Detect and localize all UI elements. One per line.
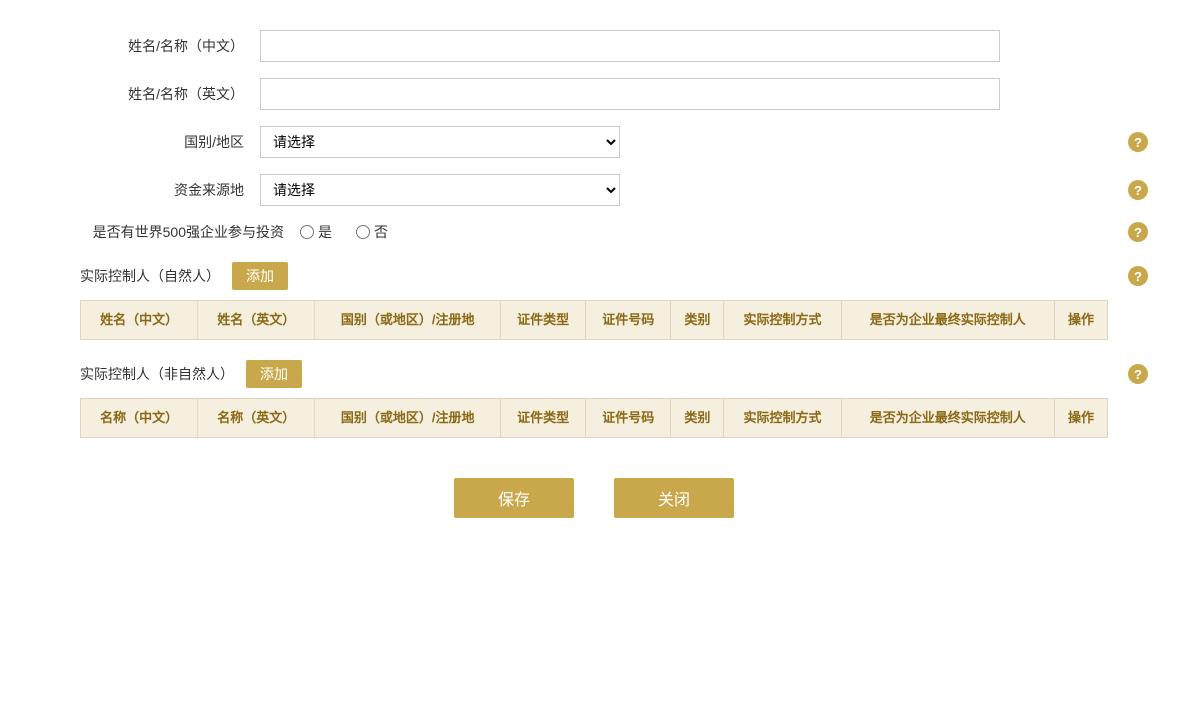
natural-person-title: 实际控制人（自然人） bbox=[80, 266, 220, 286]
np-col-name-cn: 姓名（中文） bbox=[81, 301, 198, 340]
fortune500-yes-item[interactable]: 是 bbox=[300, 222, 332, 242]
nnp-col-control-method: 实际控制方式 bbox=[724, 399, 841, 438]
form-section: 姓名/名称（中文） 姓名/名称（英文） 国别/地区 请选择 ? 资金来源地 请选… bbox=[80, 30, 1108, 242]
fortune500-no-label: 否 bbox=[374, 222, 388, 242]
np-col-cert-type: 证件类型 bbox=[501, 301, 586, 340]
nnp-col-cert-no: 证件号码 bbox=[586, 399, 671, 438]
button-row: 保存 关闭 bbox=[80, 478, 1108, 518]
name-cn-label: 姓名/名称（中文） bbox=[80, 36, 260, 56]
np-col-is-final: 是否为企业最终实际控制人 bbox=[841, 301, 1054, 340]
nnp-col-name-en: 名称（英文） bbox=[198, 399, 315, 438]
natural-person-add-button[interactable]: 添加 bbox=[232, 262, 288, 290]
country-select[interactable]: 请选择 bbox=[260, 126, 620, 158]
np-col-control-method: 实际控制方式 bbox=[724, 301, 841, 340]
non-natural-person-help-icon[interactable]: ? bbox=[1128, 364, 1148, 384]
fortune500-no-item[interactable]: 否 bbox=[356, 222, 388, 242]
natural-person-table-header-row: 姓名（中文） 姓名（英文） 国别（或地区）/注册地 证件类型 证件号码 类别 实… bbox=[81, 301, 1108, 340]
fund-source-row: 资金来源地 请选择 ? bbox=[80, 174, 1108, 206]
non-natural-person-table-header-row: 名称（中文） 名称（英文） 国别（或地区）/注册地 证件类型 证件号码 类别 实… bbox=[81, 399, 1108, 438]
np-col-cert-no: 证件号码 bbox=[586, 301, 671, 340]
name-cn-row: 姓名/名称（中文） bbox=[80, 30, 1108, 62]
nnp-col-cert-type: 证件类型 bbox=[501, 399, 586, 438]
nnp-col-operation: 操作 bbox=[1054, 399, 1107, 438]
fortune500-help-icon[interactable]: ? bbox=[1128, 222, 1148, 242]
non-natural-person-section: 实际控制人（非自然人） 添加 ? 名称（中文） 名称（英文） 国别（或地区）/注… bbox=[80, 360, 1108, 438]
nnp-col-country: 国别（或地区）/注册地 bbox=[315, 399, 501, 438]
natural-person-help-icon[interactable]: ? bbox=[1128, 266, 1148, 286]
name-cn-input[interactable] bbox=[260, 30, 1000, 62]
fortune500-label: 是否有世界500强企业参与投资 bbox=[80, 222, 300, 242]
non-natural-person-title: 实际控制人（非自然人） bbox=[80, 364, 234, 384]
nnp-col-category: 类别 bbox=[671, 399, 724, 438]
non-natural-person-add-button[interactable]: 添加 bbox=[246, 360, 302, 388]
country-help-icon[interactable]: ? bbox=[1128, 132, 1148, 152]
nnp-col-name-cn: 名称（中文） bbox=[81, 399, 198, 438]
fortune500-row: 是否有世界500强企业参与投资 是 否 ? bbox=[80, 222, 1108, 242]
np-col-name-en: 姓名（英文） bbox=[198, 301, 315, 340]
natural-person-table: 姓名（中文） 姓名（英文） 国别（或地区）/注册地 证件类型 证件号码 类别 实… bbox=[80, 300, 1108, 340]
np-col-category: 类别 bbox=[671, 301, 724, 340]
fund-source-label: 资金来源地 bbox=[80, 180, 260, 200]
non-natural-person-table: 名称（中文） 名称（英文） 国别（或地区）/注册地 证件类型 证件号码 类别 实… bbox=[80, 398, 1108, 438]
close-button[interactable]: 关闭 bbox=[614, 478, 734, 518]
np-col-country: 国别（或地区）/注册地 bbox=[315, 301, 501, 340]
fortune500-yes-radio[interactable] bbox=[300, 225, 314, 239]
country-label: 国别/地区 bbox=[80, 132, 260, 152]
fund-source-select[interactable]: 请选择 bbox=[260, 174, 620, 206]
name-en-label: 姓名/名称（英文） bbox=[80, 84, 260, 104]
np-col-operation: 操作 bbox=[1054, 301, 1107, 340]
natural-person-section: 实际控制人（自然人） 添加 ? 姓名（中文） 姓名（英文） 国别（或地区）/注册… bbox=[80, 262, 1108, 340]
natural-person-header: 实际控制人（自然人） 添加 ? bbox=[80, 262, 1108, 290]
country-row: 国别/地区 请选择 ? bbox=[80, 126, 1108, 158]
nnp-col-is-final: 是否为企业最终实际控制人 bbox=[841, 399, 1054, 438]
name-en-input[interactable] bbox=[260, 78, 1000, 110]
fortune500-yes-label: 是 bbox=[318, 222, 332, 242]
fund-source-help-icon[interactable]: ? bbox=[1128, 180, 1148, 200]
page-container: 姓名/名称（中文） 姓名/名称（英文） 国别/地区 请选择 ? 资金来源地 请选… bbox=[0, 0, 1188, 705]
fortune500-no-radio[interactable] bbox=[356, 225, 370, 239]
name-en-row: 姓名/名称（英文） bbox=[80, 78, 1108, 110]
fortune500-radio-group: 是 否 bbox=[300, 222, 388, 242]
save-button[interactable]: 保存 bbox=[454, 478, 574, 518]
non-natural-person-header: 实际控制人（非自然人） 添加 ? bbox=[80, 360, 1108, 388]
